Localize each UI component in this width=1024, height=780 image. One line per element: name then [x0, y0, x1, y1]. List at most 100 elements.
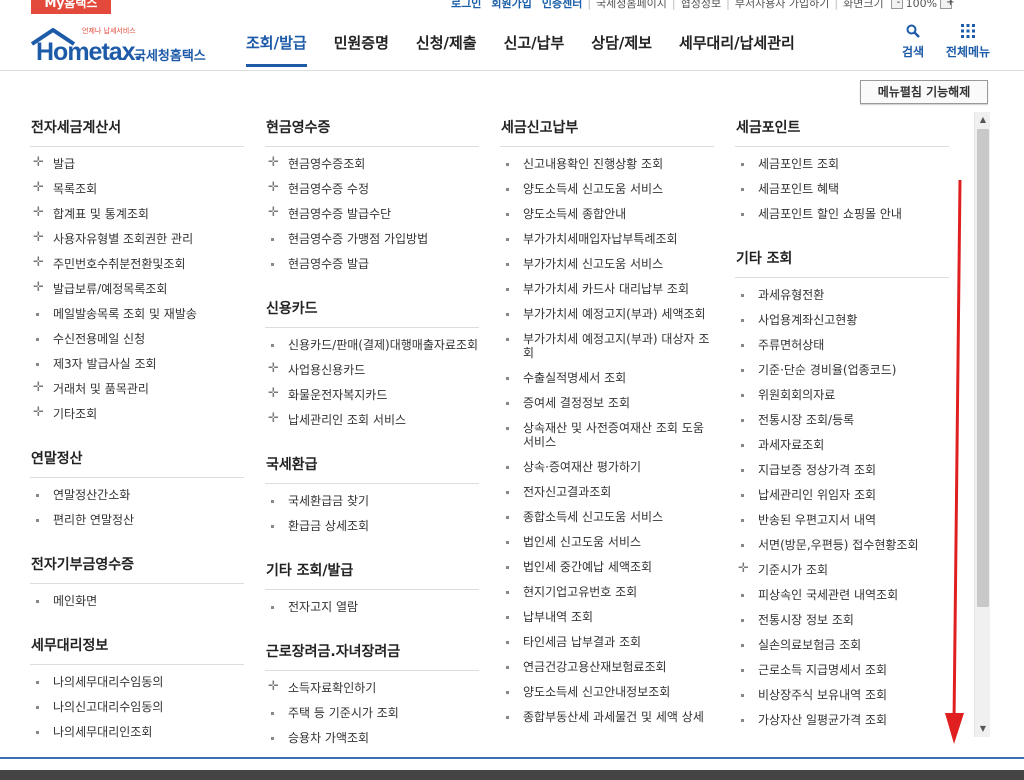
- menu-item[interactable]: 주택 등 기준시가 조회: [265, 701, 479, 726]
- scroll-thumb[interactable]: [977, 129, 989, 607]
- expand-plus-icon[interactable]: ✛: [268, 412, 279, 426]
- menu-item[interactable]: 전통시장 조회/등록: [735, 408, 949, 433]
- menu-item[interactable]: 부가가치세 신고도움 서비스: [500, 252, 714, 277]
- expand-plus-icon[interactable]: ✛: [33, 206, 44, 220]
- all-menu-button[interactable]: 전체메뉴: [940, 22, 996, 60]
- menu-item[interactable]: 과세자료조회: [735, 433, 949, 458]
- menu-item[interactable]: ✛ 합계표 및 통계조회: [30, 202, 244, 227]
- expand-plus-icon[interactable]: ✛: [268, 387, 279, 401]
- menu-item[interactable]: 종합소득세 신고도움 서비스: [500, 505, 714, 530]
- cert-center-link[interactable]: 인증센터: [537, 0, 587, 11]
- menu-item[interactable]: 위원회회의자료: [735, 383, 949, 408]
- menu-item[interactable]: 기준·단순 경비율(업종코드): [735, 358, 949, 383]
- menu-item[interactable]: 메인화면: [30, 589, 244, 614]
- nav-inquiry-issuance[interactable]: 조회/발급: [246, 32, 307, 67]
- signup-link[interactable]: 회원가입: [486, 0, 536, 11]
- nav-report-pay[interactable]: 신고/납부: [504, 32, 565, 67]
- expand-plus-icon[interactable]: ✛: [33, 181, 44, 195]
- nav-tax-agent[interactable]: 세무대리/납세관리: [679, 32, 795, 67]
- expand-plus-icon[interactable]: ✛: [268, 362, 279, 376]
- login-link[interactable]: 로그인: [446, 0, 486, 11]
- expand-plus-icon[interactable]: ✛: [268, 156, 279, 170]
- menu-item[interactable]: ✛ 거래처 및 품목관리: [30, 377, 244, 402]
- nav-apply-submit[interactable]: 신청/제출: [416, 32, 477, 67]
- expand-plus-icon[interactable]: ✛: [33, 231, 44, 245]
- menu-item[interactable]: ✛ 현금영수증 발급수단: [265, 202, 479, 227]
- menu-item[interactable]: 상속·증여재산 평가하기: [500, 455, 714, 480]
- menu-item[interactable]: 과세유형전환: [735, 283, 949, 308]
- menu-item[interactable]: 편리한 연말정산: [30, 508, 244, 533]
- dept-user-signup-link[interactable]: 부서사용자 가입하기: [730, 0, 835, 11]
- menu-item[interactable]: 양도소득세 종합안내: [500, 202, 714, 227]
- menu-item[interactable]: 메일발송목록 조회 및 재발송: [30, 302, 244, 327]
- menu-item[interactable]: 양도소득세 신고안내정보조회: [500, 680, 714, 705]
- menu-item[interactable]: ✛ 발급: [30, 152, 244, 177]
- menu-item[interactable]: 연말정산간소화: [30, 483, 244, 508]
- menu-item[interactable]: 피상속인 국세관련 내역조회: [735, 583, 949, 608]
- menu-item[interactable]: 승용차 가액조회: [265, 726, 479, 751]
- menu-item[interactable]: 세금포인트 할인 쇼핑몰 안내: [735, 202, 949, 227]
- menu-item[interactable]: ✛ 납세관리인 조회 서비스: [265, 408, 479, 433]
- expand-plus-icon[interactable]: ✛: [33, 406, 44, 420]
- menu-item[interactable]: ✛ 사용자유형별 조회권한 관리: [30, 227, 244, 252]
- menu-item[interactable]: 세금포인트 조회: [735, 152, 949, 177]
- menu-item[interactable]: ✛ 발급보류/예정목록조회: [30, 277, 244, 302]
- menu-item[interactable]: 법인세 중간예납 세액조회: [500, 555, 714, 580]
- search-button[interactable]: 검색: [898, 22, 928, 60]
- scroll-down-icon[interactable]: ▼: [975, 721, 991, 737]
- menu-item[interactable]: 종합부동산세 과세물건 및 세액 상세: [500, 705, 714, 730]
- zoom-in-button[interactable]: +: [940, 0, 954, 9]
- menu-item[interactable]: ✛ 기타조회: [30, 402, 244, 427]
- menu-item[interactable]: 신고내용확인 진행상황 조회: [500, 152, 714, 177]
- menu-item[interactable]: 주류면허상태: [735, 333, 949, 358]
- menu-item[interactable]: 현금영수증 발급: [265, 252, 479, 277]
- scroll-up-icon[interactable]: ▲: [975, 112, 991, 128]
- menu-item[interactable]: ✛ 소득자료확인하기: [265, 676, 479, 701]
- menu-item[interactable]: ✛ 현금영수증조회: [265, 152, 479, 177]
- expand-plus-icon[interactable]: ✛: [738, 562, 749, 576]
- menu-item[interactable]: 근로소득 지급명세서 조회: [735, 658, 949, 683]
- menu-item[interactable]: 타인세금 납부결과 조회: [500, 630, 714, 655]
- menu-item[interactable]: ✛ 현금영수증 수정: [265, 177, 479, 202]
- menu-item[interactable]: 현지기업고유번호 조회: [500, 580, 714, 605]
- expand-plus-icon[interactable]: ✛: [268, 206, 279, 220]
- menu-item[interactable]: 신용카드/판매(결제)대행매출자료조회: [265, 333, 479, 358]
- menu-item[interactable]: 부가가치세 카드사 대리납부 조회: [500, 277, 714, 302]
- menu-item[interactable]: 실손의료보험금 조회: [735, 633, 949, 658]
- nts-homepage-link[interactable]: 국세청홈페이지: [591, 0, 672, 11]
- hometax-logo[interactable]: 언제나 납세서비스 Hometax. 국세청홈택스: [30, 24, 220, 68]
- expand-plus-icon[interactable]: ✛: [33, 381, 44, 395]
- menu-item[interactable]: 전통시장 정보 조회: [735, 608, 949, 633]
- menu-item[interactable]: 제3자 발급사실 조회: [30, 352, 244, 377]
- menu-item[interactable]: 부가가치세매입자납부특례조회: [500, 227, 714, 252]
- menu-expand-toggle-button[interactable]: 메뉴펼침 기능해제: [860, 80, 988, 104]
- menu-scrollbar[interactable]: ▲ ▼: [974, 112, 990, 737]
- menu-item[interactable]: 반송된 우편고지서 내역: [735, 508, 949, 533]
- expand-plus-icon[interactable]: ✛: [33, 281, 44, 295]
- menu-item[interactable]: 비상장주식 보유내역 조회: [735, 683, 949, 708]
- menu-item[interactable]: 사업용계좌신고현황: [735, 308, 949, 333]
- expand-plus-icon[interactable]: ✛: [268, 181, 279, 195]
- menu-item[interactable]: 전자신고결과조회: [500, 480, 714, 505]
- menu-item[interactable]: 상속재산 및 사전증여재산 조회 도움 서비스: [500, 416, 714, 455]
- menu-item[interactable]: ✛ 화물운전자복지카드: [265, 383, 479, 408]
- menu-item[interactable]: 양도소득세 신고도움 서비스: [500, 177, 714, 202]
- menu-item[interactable]: 법인세 신고도움 서비스: [500, 530, 714, 555]
- menu-item[interactable]: 환급금 상세조회: [265, 514, 479, 539]
- menu-item[interactable]: 증여세 결정정보 조회: [500, 391, 714, 416]
- menu-item[interactable]: 수출실적명세서 조회: [500, 366, 714, 391]
- menu-item[interactable]: 지급보증 정상가격 조회: [735, 458, 949, 483]
- menu-item[interactable]: 나의세무대리수임동의: [30, 670, 244, 695]
- menu-item[interactable]: 가상자산 일평균가격 조회: [735, 708, 949, 733]
- menu-item[interactable]: 수신전용메일 신청: [30, 327, 244, 352]
- zoom-out-button[interactable]: -: [890, 0, 903, 9]
- menu-item[interactable]: 국세환급금 찾기: [265, 489, 479, 514]
- menu-item[interactable]: 납부내역 조회: [500, 605, 714, 630]
- menu-item[interactable]: ✛ 사업용신용카드: [265, 358, 479, 383]
- menu-item[interactable]: ✛ 목록조회: [30, 177, 244, 202]
- my-hometax-tab[interactable]: My홈택스: [31, 0, 111, 14]
- nav-consult-report[interactable]: 상담/제보: [591, 32, 652, 67]
- menu-item[interactable]: 전자고지 열람: [265, 595, 479, 620]
- expand-plus-icon[interactable]: ✛: [33, 156, 44, 170]
- menu-item[interactable]: 연금건강고용산재보험료조회: [500, 655, 714, 680]
